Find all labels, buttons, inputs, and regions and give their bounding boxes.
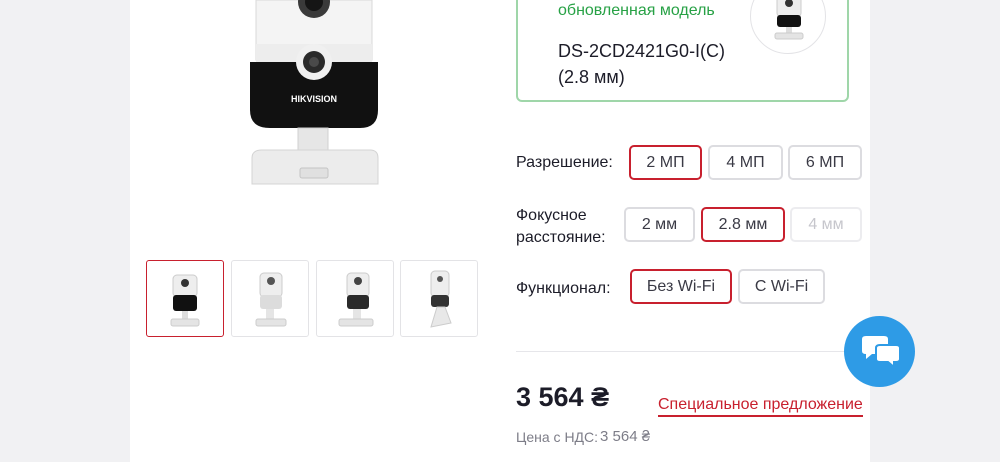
resolution-option-4mp[interactable]: 4 МП bbox=[708, 145, 783, 180]
updated-model-box[interactable]: обновленная модель DS-2CD2421G0-I(C) (2.… bbox=[516, 0, 849, 102]
functional-option-wifi[interactable]: С Wi-Fi bbox=[738, 269, 825, 304]
product-main-image[interactable]: HIKVISION bbox=[248, 0, 382, 190]
special-offer-link[interactable]: Специальное предложение bbox=[658, 396, 863, 417]
thumbnail-1[interactable] bbox=[146, 260, 224, 337]
updated-model-note: обновленная модель bbox=[558, 2, 715, 19]
resolution-label: Разрешение: bbox=[516, 154, 613, 171]
focal-option-4mm: 4 мм bbox=[790, 207, 862, 242]
updated-model-name[interactable]: DS-2CD2421G0-I(C) (2.8 мм) bbox=[558, 38, 728, 90]
chat-button[interactable] bbox=[844, 316, 915, 387]
vat-label: Цена с НДС: bbox=[516, 429, 599, 445]
hikvision-logo: HIKVISION bbox=[291, 94, 337, 104]
resolution-option-2mp[interactable]: 2 МП bbox=[629, 145, 702, 180]
thumbnail-4[interactable] bbox=[400, 260, 478, 337]
functional-option-no-wifi[interactable]: Без Wi-Fi bbox=[630, 269, 732, 304]
thumbnail-3[interactable] bbox=[316, 260, 394, 337]
focal-option-2mm[interactable]: 2 мм bbox=[624, 207, 695, 242]
price-value: 3 564 ₴ bbox=[516, 382, 610, 412]
vat-value: 3 564 ₴ bbox=[600, 428, 651, 445]
functional-label: Функционал: bbox=[516, 280, 611, 297]
thumbnail-2[interactable] bbox=[231, 260, 309, 337]
resolution-option-6mp[interactable]: 6 МП bbox=[788, 145, 862, 180]
focal-length-label: Фокусное расстояние: bbox=[516, 207, 606, 246]
chat-bubbles-icon bbox=[861, 335, 901, 369]
updated-model-image[interactable] bbox=[750, 0, 826, 54]
focal-option-2-8mm[interactable]: 2.8 мм bbox=[701, 207, 785, 242]
divider bbox=[516, 351, 870, 352]
